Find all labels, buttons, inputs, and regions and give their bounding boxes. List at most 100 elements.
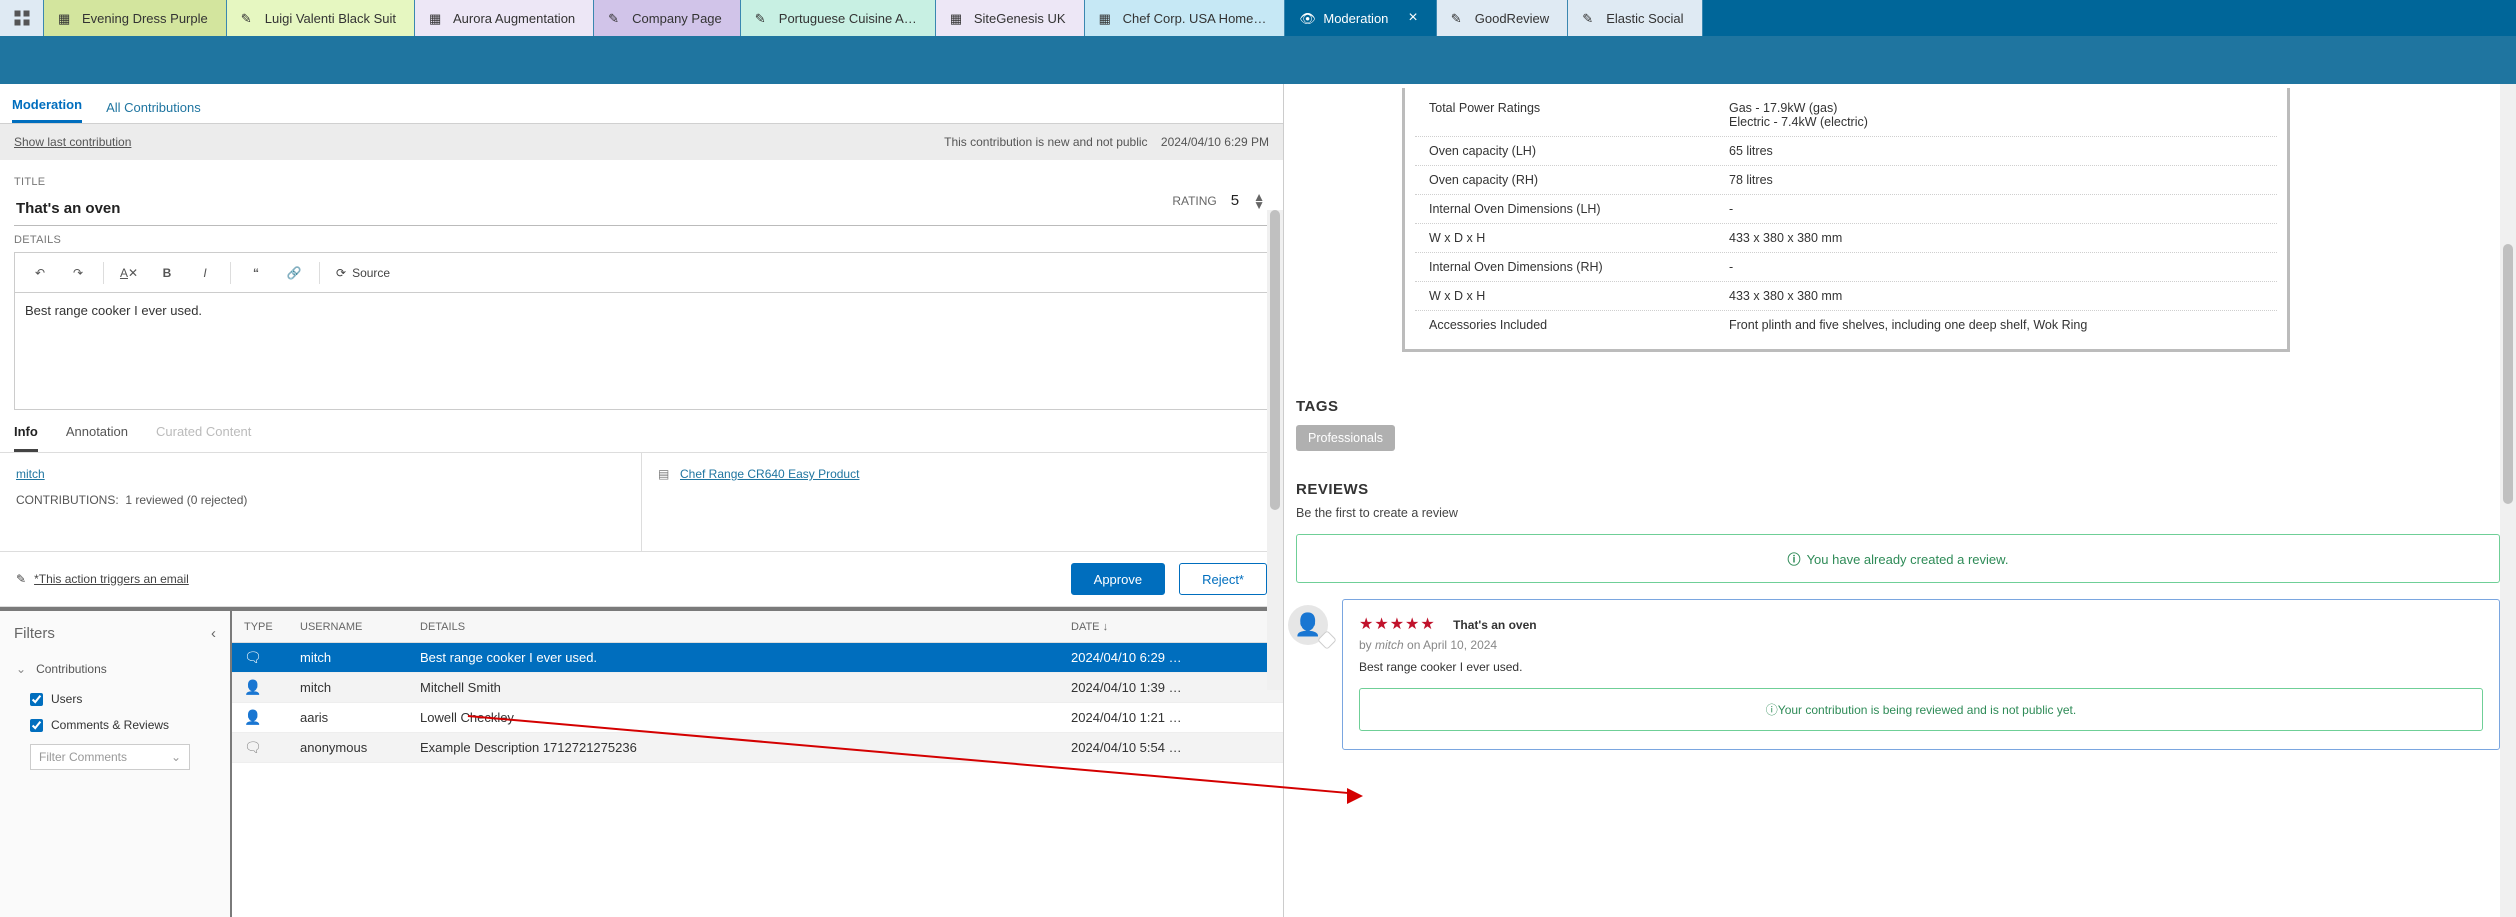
rating-field: RATING 5 ▲▼: [1172, 192, 1265, 209]
spec-key: W x D x H: [1429, 289, 1729, 303]
right-scrollbar[interactable]: [2500, 84, 2516, 917]
redo-button[interactable]: ↷: [61, 258, 95, 288]
banner-text: You have already created a review.: [1807, 552, 2009, 567]
spec-value: Gas - 17.9kW (gas) Electric - 7.4kW (ele…: [1729, 101, 2263, 129]
product-icon: ▤: [658, 467, 672, 481]
left-scrollbar[interactable]: [1267, 210, 1283, 690]
rating-label: RATING: [1172, 194, 1216, 208]
status-timestamp: 2024/04/10 6:29 PM: [1161, 135, 1269, 149]
tab-label: Luigi Valenti Black Suit: [265, 11, 396, 26]
filters-title: Filters: [14, 625, 55, 642]
spec-key: Oven capacity (RH): [1429, 173, 1729, 187]
rating-stepper[interactable]: ▲▼: [1253, 193, 1265, 209]
source-button[interactable]: ⟳Source: [328, 258, 398, 288]
spec-value: -: [1729, 202, 2263, 216]
tab-annotation[interactable]: Annotation: [66, 424, 128, 452]
blockquote-button[interactable]: “: [239, 258, 273, 288]
cell-date: 2024/04/10 1:21 …: [1071, 710, 1271, 725]
tab-label: Portuguese Cuisine A…: [779, 11, 917, 26]
contributor-link[interactable]: mitch: [16, 467, 45, 481]
contributions-label: CONTRIBUTIONS:: [16, 493, 119, 507]
link-button[interactable]: 🔗: [277, 258, 311, 288]
contribution-status-bar: Show last contribution This contribution…: [0, 124, 1283, 160]
reviews-empty-text: Be the first to create a review: [1296, 506, 2516, 520]
filters-section-contributions[interactable]: ⌄Contributions: [0, 652, 230, 686]
tab-label: Company Page: [632, 11, 722, 26]
details-label: DETAILS: [14, 234, 1269, 246]
col-username[interactable]: USERNAME: [300, 621, 420, 633]
tab-luigi-suit[interactable]: ✎Luigi Valenti Black Suit: [227, 0, 415, 36]
approve-button[interactable]: Approve: [1071, 563, 1165, 595]
subtab-all-contributions[interactable]: All Contributions: [106, 90, 201, 123]
sort-desc-icon: ↓: [1103, 621, 1109, 633]
star-rating: ★★★★★: [1359, 616, 1436, 633]
title-input[interactable]: [14, 192, 1269, 226]
review-pending-banner: ⓘYour contribution is being reviewed and…: [1359, 688, 2483, 731]
tab-company-page[interactable]: ✎Company Page: [594, 0, 741, 36]
tab-goodreview[interactable]: ✎GoodReview: [1437, 0, 1568, 36]
page-icon: ▦: [1099, 11, 1113, 25]
preview-panel: Total Power RatingsGas - 17.9kW (gas) El…: [1284, 84, 2516, 917]
chevron-down-icon: ⌄: [171, 750, 181, 764]
tag-chip[interactable]: Professionals: [1296, 425, 1395, 451]
spec-key: Total Power Ratings: [1429, 101, 1729, 129]
user-icon: 👤: [244, 709, 300, 726]
show-last-contribution-link[interactable]: Show last contribution: [14, 135, 131, 149]
scrollbar-thumb[interactable]: [2503, 244, 2513, 504]
collapse-filters-icon[interactable]: ‹: [211, 625, 216, 642]
filter-users[interactable]: Users: [0, 686, 230, 712]
tab-label: SiteGenesis UK: [974, 11, 1066, 26]
cell-details: Mitchell Smith: [420, 680, 1071, 695]
undo-button[interactable]: ↶: [23, 258, 57, 288]
info-icon: ⓘ: [1788, 552, 1801, 567]
action-bar: ✎*This action triggers an email Approve …: [0, 551, 1283, 607]
apps-switcher-button[interactable]: [0, 0, 44, 36]
italic-button[interactable]: I: [188, 258, 222, 288]
tab-chefcorp[interactable]: ▦ Chef Corp. USA Home…: [1085, 0, 1286, 36]
scrollbar-thumb[interactable]: [1270, 210, 1280, 510]
filter-users-checkbox[interactable]: [30, 693, 43, 706]
reject-button[interactable]: Reject*: [1179, 563, 1267, 595]
pencil-icon: ✎: [1451, 11, 1465, 25]
page-icon: ▦: [58, 11, 72, 25]
grid-icon: [13, 9, 31, 27]
review-card: ★★★★★ That's an oven by mitch on April 1…: [1342, 599, 2500, 750]
table-row[interactable]: 👤 mitch Mitchell Smith 2024/04/10 1:39 …: [232, 673, 1283, 703]
tab-label: Aurora Augmentation: [453, 11, 575, 26]
col-type[interactable]: TYPE: [244, 621, 300, 633]
info-panel: mitch CONTRIBUTIONS: 1 reviewed (0 rejec…: [0, 453, 1283, 551]
title-label: TITLE: [14, 176, 1269, 188]
code-icon: ⟳: [336, 266, 346, 280]
chevron-down-icon[interactable]: ▼: [1253, 201, 1265, 209]
filter-comments-select[interactable]: Filter Comments⌄: [30, 744, 190, 770]
table-row[interactable]: 🗨 anonymous Example Description 17127212…: [232, 733, 1283, 763]
filter-comments[interactable]: Comments & Reviews: [0, 712, 230, 738]
tab-aurora[interactable]: ▦Aurora Augmentation: [415, 0, 594, 36]
tab-elastic-social[interactable]: ✎Elastic Social: [1568, 0, 1702, 36]
tab-label: Chef Corp. USA Home…: [1123, 11, 1267, 26]
bold-button[interactable]: B: [150, 258, 184, 288]
tags-heading: TAGS: [1296, 398, 2516, 415]
details-editor[interactable]: Best range cooker I ever used.: [14, 292, 1269, 410]
product-link[interactable]: Chef Range CR640 Easy Product: [680, 467, 859, 481]
tab-moderation[interactable]: 👁Moderation×: [1285, 0, 1436, 36]
col-details[interactable]: DETAILS: [420, 621, 1071, 633]
tab-info[interactable]: Info: [14, 424, 38, 452]
subtab-moderation[interactable]: Moderation: [12, 87, 82, 123]
clear-format-button[interactable]: A✕: [112, 258, 146, 288]
tab-evening-dress[interactable]: ▦Evening Dress Purple: [44, 0, 227, 36]
tab-portuguese[interactable]: ✎ Portuguese Cuisine A…: [741, 0, 936, 36]
page-icon: ▦: [950, 11, 964, 25]
filter-comments-checkbox[interactable]: [30, 719, 43, 732]
table-row[interactable]: 🗨 mitch Best range cooker I ever used. 2…: [232, 643, 1283, 673]
pencil-icon: ✎: [755, 11, 769, 25]
filter-comments-label: Comments & Reviews: [51, 718, 169, 732]
close-icon[interactable]: ×: [1408, 9, 1417, 27]
trigger-email-note[interactable]: *This action triggers an email: [34, 572, 189, 586]
table-row[interactable]: 👤 aaris Lowell Checkley 2024/04/10 1:21 …: [232, 703, 1283, 733]
col-date[interactable]: DATE ↓: [1071, 621, 1271, 633]
user-icon: 👤: [244, 679, 300, 696]
info-tabs: Info Annotation Curated Content: [0, 410, 1283, 453]
contributions-table: TYPE USERNAME DETAILS DATE ↓ 🗨 mitch Bes…: [232, 611, 1283, 917]
tab-sitegenesis[interactable]: ▦ SiteGenesis UK: [936, 0, 1085, 36]
